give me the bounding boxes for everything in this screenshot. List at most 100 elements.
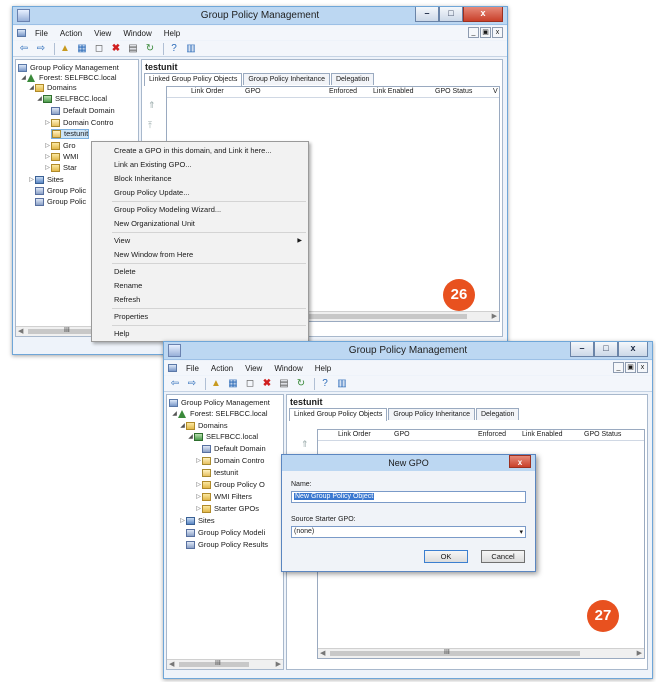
menu-help[interactable]: Help [158,29,186,38]
tab-delegation[interactable]: Delegation [475,408,520,420]
properties-icon[interactable]: ◻ [243,377,257,390]
tree-wmi-filters[interactable]: ▷ WMI Filters [195,492,252,502]
expand-icon[interactable]: ▷ [195,492,202,502]
help-icon[interactable]: ? [167,42,181,55]
delete-icon[interactable]: ✖ [109,42,123,55]
tree-wmi-filters[interactable]: ▷ WMI [44,152,78,162]
move-up-icon[interactable]: ⇑ [148,100,156,111]
tree-sites[interactable]: ▷ Sites [28,175,64,185]
mdi-restore-button[interactable]: ▣ [480,27,491,38]
menu-refresh[interactable]: Refresh [114,295,140,304]
maximize-button[interactable]: □ [594,342,618,357]
refresh-icon[interactable]: ↻ [294,377,308,390]
mdi-restore-button[interactable]: ▣ [625,362,636,373]
tree-gp-results[interactable]: Group Policy Results [186,540,268,550]
move-top-icon[interactable]: ⤒ [148,120,152,131]
move-up-icon[interactable]: ⇑ [301,439,309,450]
col-enforced[interactable]: Enforced [329,88,357,95]
col-link-order[interactable]: Link Order [191,88,224,95]
minimize-button[interactable]: – [415,7,439,22]
tree-starter-gpos[interactable]: ▷ Star [44,163,77,173]
tree-forest[interactable]: ◢ Forest: SELFBCC.local [171,409,268,419]
menu-help[interactable]: Help [114,329,129,338]
up-folder-icon[interactable]: ▲ [209,377,223,390]
menu-help[interactable]: Help [309,364,337,373]
forward-icon[interactable]: ⇨ [185,377,199,390]
menu-rename[interactable]: Rename [114,281,142,290]
scroll-right-icon[interactable]: ▶ [492,312,497,320]
show-tree-icon[interactable]: ▦ [75,42,89,55]
menu-new-window[interactable]: New Window from Here [114,250,193,259]
tree-gp-results[interactable]: Group Polic [35,197,86,207]
expand-icon[interactable]: ▷ [179,516,186,526]
tree-starter-gpos[interactable]: ▷ Starter GPOs [195,504,259,514]
scroll-right-icon[interactable]: ▶ [276,660,281,668]
menu-modeling-wizard[interactable]: Group Policy Modeling Wizard... [114,205,221,214]
menu-block-inheritance[interactable]: Block Inheritance [114,174,172,183]
refresh-icon[interactable]: ↻ [143,42,157,55]
menu-gp-update[interactable]: Group Policy Update... [114,188,189,197]
collapse-icon[interactable]: ◢ [28,83,35,93]
mdi-minimize-button[interactable]: _ [468,27,479,38]
cancel-button[interactable]: Cancel [481,550,525,563]
tree-default-domain[interactable]: Default Domain [195,444,266,454]
col-enforced[interactable]: Enforced [478,431,506,438]
properties-icon[interactable]: ◻ [92,42,106,55]
scroll-left-icon[interactable]: ◀ [320,649,325,657]
tree-domains[interactable]: ◢ Domains [179,421,228,431]
menu-file[interactable]: File [29,29,54,38]
tree-domain-controllers[interactable]: ▷ Domain Contro [195,456,264,466]
tree-testunit[interactable]: testunit [51,129,90,139]
title-bar[interactable]: Group Policy Management – □ x [164,342,652,360]
close-button[interactable]: x [618,342,648,357]
menu-view[interactable]: View [88,29,117,38]
expand-icon[interactable]: ▷ [195,504,202,514]
menu-properties[interactable]: Properties [114,312,148,321]
tab-linked-gpos[interactable]: Linked Group Policy Objects [289,408,388,421]
tree-forest[interactable]: ◢ Forest: SELFBCC.local [20,73,117,83]
scroll-right-icon[interactable]: ▶ [637,649,642,657]
tab-inheritance[interactable]: Group Policy Inheritance [388,408,475,420]
tab-linked-gpos[interactable]: Linked Group Policy Objects [144,73,243,86]
tree-gp-modeling[interactable]: Group Policy Modeli [186,528,265,538]
tree-domain[interactable]: ◢ SELFBCC.local [36,94,107,104]
up-folder-icon[interactable]: ▲ [58,42,72,55]
delete-icon[interactable]: ✖ [260,377,274,390]
menu-new-ou[interactable]: New Organizational Unit [114,219,195,228]
back-icon[interactable]: ⇦ [17,42,31,55]
tree-root[interactable]: Group Policy Management [169,398,270,408]
maximize-button[interactable]: □ [439,7,463,22]
col-link-order[interactable]: Link Order [338,431,371,438]
collapse-icon[interactable]: ◢ [187,432,194,442]
title-bar[interactable]: Group Policy Management – □ x [13,7,507,25]
dialog-close-button[interactable]: x [509,455,531,468]
tree-gpo-objects[interactable]: ▷ Gro [44,141,76,151]
ok-button[interactable]: OK [424,550,468,563]
help-icon[interactable]: ? [318,377,332,390]
dialog-title[interactable]: New GPO [282,455,535,471]
expand-icon[interactable]: ▷ [44,118,51,128]
scroll-left-icon[interactable]: ◀ [18,327,23,335]
close-button[interactable]: x [463,7,503,22]
col-link-enabled[interactable]: Link Enabled [522,431,562,438]
expand-icon[interactable]: ▷ [44,141,51,151]
scroll-thumb[interactable] [28,329,98,334]
scroll-thumb[interactable] [330,651,580,656]
tree-gpo-objects[interactable]: ▷ Group Policy O [195,480,265,490]
tree-domain[interactable]: ◢ SELFBCC.local [187,432,258,442]
tree-testunit[interactable]: testunit [195,468,238,478]
mdi-minimize-button[interactable]: _ [613,362,624,373]
list-scrollbar[interactable]: ◀ III ▶ [318,648,644,658]
expand-icon[interactable]: ▷ [44,163,51,173]
col-wmi[interactable]: V [493,88,498,95]
scroll-left-icon[interactable]: ◀ [169,660,174,668]
expand-icon[interactable]: ▷ [28,175,35,185]
scroll-thumb[interactable] [179,662,249,667]
menu-create-gpo[interactable]: Create a GPO in this domain, and Link it… [114,146,272,155]
view-icon[interactable]: ▥ [335,377,349,390]
mdi-close-button[interactable]: x [492,27,503,38]
menu-window[interactable]: Window [117,29,157,38]
gpo-name-input[interactable]: New Group Policy Object [291,491,526,503]
tree-sites[interactable]: ▷ Sites [179,516,215,526]
collapse-icon[interactable]: ◢ [36,94,43,104]
